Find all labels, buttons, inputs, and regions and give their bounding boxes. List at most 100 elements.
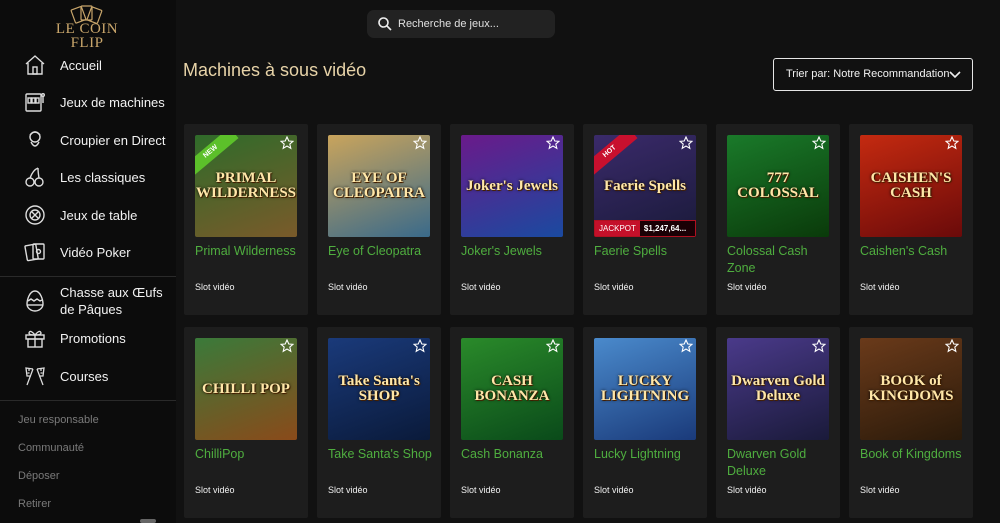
game-type: Slot vidéo [727,282,767,292]
favorite-star-icon[interactable] [413,339,427,353]
game-art: EYE OF CLEOPATRA [328,135,430,237]
game-card[interactable]: Dwarven Gold Deluxe Dwarven Gold Deluxe Sl… [716,327,840,518]
game-card[interactable]: 777 COLOSSAL Colossal Cash Zone Slot vidéo [716,124,840,315]
game-art: CHILLI POP [195,338,297,440]
jackpot-label: JACKPOT [595,221,640,236]
search-icon [378,17,392,31]
game-thumbnail[interactable]: Joker's Jewels [461,135,563,237]
sidebar-item-courses[interactable]: Courses [0,359,176,393]
sidebar-item-jeux-de-machines[interactable]: Jeux de machines [0,85,176,119]
chip-icon [22,202,48,228]
cards-icon [22,239,48,265]
racing-flags-icon [22,363,48,389]
game-thumbnail[interactable]: CASH BONANZA [461,338,563,440]
game-card[interactable]: CASH BONANZA Cash Bonanza Slot vidéo [450,327,574,518]
sidebar-item-label: Vidéo Poker [60,244,131,260]
game-art-title: BOOK of KINGDOMS [868,373,954,404]
footer-link-retirer[interactable]: Retirer [18,498,51,510]
game-type: Slot vidéo [328,485,368,495]
game-thumbnail[interactable]: Dwarven Gold Deluxe [727,338,829,440]
game-thumbnail[interactable]: PRIMAL WILDERNESS NEW [195,135,297,237]
game-thumbnail[interactable]: CHILLI POP [195,338,297,440]
sidebar-item-label: Chasse aux Œufs de Pâques [60,285,163,317]
game-name[interactable]: Book of Kingdoms [860,446,970,463]
favorite-star-icon[interactable] [280,136,294,150]
sidebar-item-promotions[interactable]: Promotions [0,321,176,355]
game-name[interactable]: Colossal Cash Zone [727,243,837,277]
favorite-star-icon[interactable] [413,136,427,150]
game-name[interactable]: Dwarven Gold Deluxe [727,446,837,480]
sidebar-item-classiques[interactable]: Les classiques [0,160,176,194]
game-type: Slot vidéo [461,485,501,495]
sidebar-item-label: Jeux de machines [60,94,165,110]
game-name[interactable]: ChilliPop [195,446,305,463]
sidebar-item-label: Courses [60,368,109,384]
game-art: Dwarven Gold Deluxe [727,338,829,440]
game-card[interactable]: Take Santa's SHOP Take Santa's Shop Slot v… [317,327,441,518]
game-name[interactable]: Take Santa's Shop [328,446,438,463]
game-name[interactable]: Eye of Cleopatra [328,243,438,260]
game-card[interactable]: LUCKY LIGHTNING Lucky Lightning Slot vidéo [583,327,707,518]
game-thumbnail[interactable]: Take Santa's SHOP [328,338,430,440]
game-name[interactable]: Faerie Spells [594,243,704,260]
easter-egg-icon [22,288,48,314]
game-card[interactable]: PRIMAL WILDERNESS NEW Primal Wilderness Slo… [184,124,308,315]
sidebar-item-chasse-aux-oeufs[interactable]: Chasse aux Œufs de Pâques [0,283,176,321]
game-art-title: Joker's Jewels [465,177,559,194]
sort-dropdown[interactable]: Trier par: Notre Recommandation [773,58,973,91]
game-card[interactable]: Joker's Jewels Joker's Jewels Slot vidéo [450,124,574,315]
favorite-star-icon[interactable] [546,339,560,353]
sidebar-item-accueil[interactable]: Accueil [0,48,176,82]
game-art-title: 777 COLOSSAL [737,170,819,201]
footer-link-jeu-responsable[interactable]: Jeu responsable [18,414,99,426]
brand-logo[interactable]: LE COIN FLIP [50,4,124,51]
sidebar-item-croupier[interactable]: Croupier en Direct [0,123,176,157]
footer-link-deposer[interactable]: Déposer [18,470,60,482]
game-type: Slot vidéo [860,282,900,292]
game-thumbnail[interactable]: LUCKY LIGHTNING [594,338,696,440]
game-thumbnail[interactable]: BOOK of KINGDOMS [860,338,962,440]
game-art-title: EYE OF CLEOPATRA [333,170,425,201]
game-card[interactable]: CHILLI POP ChilliPop Slot vidéo [184,327,308,518]
game-card[interactable]: BOOK of KINGDOMS Book of Kingdoms Slot vid… [849,327,973,518]
sidebar-item-label: Accueil [60,57,102,73]
favorite-star-icon[interactable] [812,136,826,150]
game-name[interactable]: Joker's Jewels [461,243,571,260]
favorite-star-icon[interactable] [945,136,959,150]
game-type: Slot vidéo [860,485,900,495]
game-card[interactable]: EYE OF CLEOPATRA Eye of Cleopatra Slot vid… [317,124,441,315]
slot-machine-icon [22,89,48,115]
footer-link-communaute[interactable]: Communauté [18,442,84,454]
favorite-star-icon[interactable] [679,136,693,150]
game-name[interactable]: Cash Bonanza [461,446,571,463]
game-art-title: CASH BONANZA [474,373,550,404]
favorite-star-icon[interactable] [812,339,826,353]
game-thumbnail[interactable]: 777 COLOSSAL [727,135,829,237]
game-type: Slot vidéo [594,485,634,495]
favorite-star-icon[interactable] [945,339,959,353]
favorite-star-icon[interactable] [280,339,294,353]
favorite-star-icon[interactable] [679,339,693,353]
game-type: Slot vidéo [328,282,368,292]
game-card[interactable]: CAISHEN'S CASH Caishen's Cash Slot vidéo [849,124,973,315]
game-name[interactable]: Caishen's Cash [860,243,970,260]
sidebar-item-jeux-de-table[interactable]: Jeux de table [0,198,176,232]
game-name[interactable]: Lucky Lightning [594,446,704,463]
sort-label: Trier par: Notre Recommandation [786,68,950,80]
search-bar[interactable] [367,10,555,38]
logo-text: LE COIN FLIP [55,21,119,51]
favorite-star-icon[interactable] [546,136,560,150]
sidebar-scrollbar[interactable] [140,519,156,523]
game-card[interactable]: Faerie Spells HOT JACKPOT $1,247,64... Faeri… [583,124,707,315]
gift-icon [22,325,48,351]
game-art: CASH BONANZA [461,338,563,440]
game-thumbnail[interactable]: EYE OF CLEOPATRA [328,135,430,237]
game-thumbnail[interactable]: CAISHEN'S CASH [860,135,962,237]
game-art: Take Santa's SHOP [328,338,430,440]
chevron-down-icon [949,71,961,79]
game-thumbnail[interactable]: Faerie Spells HOT JACKPOT $1,247,64... [594,135,696,237]
sidebar-item-video-poker[interactable]: Vidéo Poker [0,235,176,269]
game-art: CAISHEN'S CASH [860,135,962,237]
game-name[interactable]: Primal Wilderness [195,243,305,260]
search-input[interactable] [398,14,548,34]
